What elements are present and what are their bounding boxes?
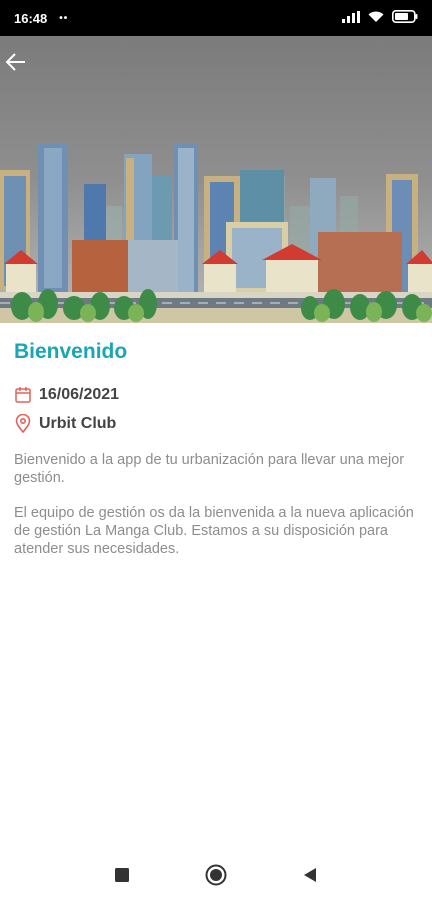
status-icons bbox=[342, 10, 418, 26]
notification-dots: •• bbox=[59, 12, 69, 24]
home-circle-icon bbox=[205, 864, 227, 886]
home-button[interactable] bbox=[204, 863, 228, 887]
battery-icon bbox=[392, 10, 418, 26]
wifi-icon bbox=[368, 11, 384, 26]
recents-button[interactable] bbox=[110, 863, 134, 887]
status-time: 16:48 bbox=[14, 10, 48, 26]
post-title: Bienvenido bbox=[14, 340, 128, 363]
back-button[interactable] bbox=[4, 50, 38, 84]
post-paragraph: El equipo de gestión os da la bienvenida… bbox=[14, 505, 414, 557]
post-date-row: 16/06/2021 bbox=[14, 382, 414, 407]
arrow-left-icon bbox=[5, 53, 25, 71]
post-location: Urbit Club bbox=[39, 414, 117, 432]
calendar-icon bbox=[14, 385, 34, 405]
back-triangle-icon bbox=[304, 868, 316, 882]
recents-square-icon bbox=[115, 868, 129, 882]
post-content: Bienvenido 16/06/2021 Urbit Club Bienven… bbox=[14, 340, 414, 575]
city-skyline-illustration bbox=[0, 36, 432, 323]
location-pin-icon bbox=[14, 413, 34, 434]
hero-image bbox=[0, 36, 432, 323]
signal-icon bbox=[342, 10, 360, 26]
system-back-button[interactable] bbox=[298, 863, 322, 887]
post-date: 16/06/2021 bbox=[39, 385, 120, 403]
post-location-row: Urbit Club bbox=[14, 411, 414, 436]
post-body: Bienvenido a la app de tu urbanización p… bbox=[14, 451, 414, 558]
system-nav-bar bbox=[0, 850, 432, 900]
status-bar: 16:48 •• bbox=[0, 0, 432, 36]
post-paragraph: Bienvenido a la app de tu urbanización p… bbox=[14, 452, 405, 486]
